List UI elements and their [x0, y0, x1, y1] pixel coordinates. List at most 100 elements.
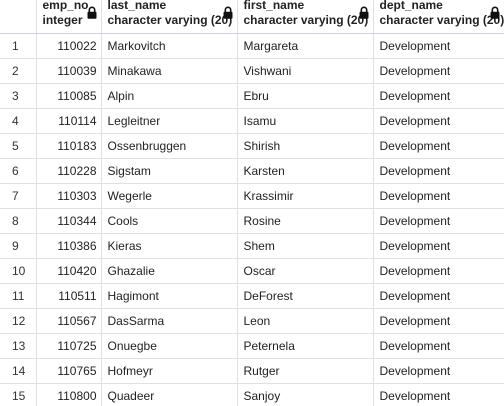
column-header-dept-name[interactable]: dept_name character varying (20)	[373, 0, 504, 34]
cell-first-name[interactable]: Rosine	[237, 208, 374, 234]
cell-last-name[interactable]: Alpin	[101, 83, 238, 109]
cell-first-name[interactable]: Krassimir	[237, 183, 374, 209]
column-header-emp-no[interactable]: emp_no integer	[36, 0, 102, 34]
cell-last-name[interactable]: Quadeer	[101, 383, 238, 406]
cell-emp-no[interactable]: 110800	[36, 383, 102, 406]
cell-last-name[interactable]: Ghazalie	[101, 258, 238, 284]
cell-last-name[interactable]: Onuegbe	[101, 333, 238, 359]
cell-dept-name[interactable]: Development	[373, 108, 504, 134]
column-type: character varying (20)	[107, 13, 233, 27]
cell-emp-no[interactable]: 110022	[36, 33, 102, 59]
cell-first-name[interactable]: Rutger	[237, 358, 374, 384]
cell-last-name[interactable]: Sigstam	[101, 158, 238, 184]
cell-emp-no[interactable]: 110039	[36, 58, 102, 84]
cell-dept-name[interactable]: Development	[373, 258, 504, 284]
cell-last-name[interactable]: Wegerle	[101, 183, 238, 209]
cell-emp-no[interactable]: 110420	[36, 258, 102, 284]
cell-last-name[interactable]: Minakawa	[101, 58, 238, 84]
cell-dept-name[interactable]: Development	[373, 83, 504, 109]
row-number[interactable]: 15	[0, 383, 37, 406]
table-row[interactable]: 15 110800 Quadeer Sanjoy Development	[0, 383, 504, 406]
cell-first-name[interactable]: Oscar	[237, 258, 374, 284]
cell-emp-no[interactable]: 110386	[36, 233, 102, 259]
table-row[interactable]: 6 110228 Sigstam Karsten Development	[0, 158, 504, 184]
row-number[interactable]: 3	[0, 83, 37, 109]
table-row[interactable]: 5 110183 Ossenbruggen Shirish Developmen…	[0, 133, 504, 159]
cell-first-name[interactable]: Karsten	[237, 158, 374, 184]
table-row[interactable]: 4 110114 Legleitner Isamu Development	[0, 108, 504, 134]
row-number[interactable]: 9	[0, 233, 37, 259]
cell-dept-name[interactable]: Development	[373, 183, 504, 209]
cell-last-name[interactable]: Cools	[101, 208, 238, 234]
cell-emp-no[interactable]: 110085	[36, 83, 102, 109]
table-row[interactable]: 9 110386 Kieras Shem Development	[0, 233, 504, 259]
cell-first-name[interactable]: Leon	[237, 308, 374, 334]
cell-first-name[interactable]: Isamu	[237, 108, 374, 134]
table-row[interactable]: 3 110085 Alpin Ebru Development	[0, 83, 504, 109]
cell-dept-name[interactable]: Development	[373, 283, 504, 309]
table-row[interactable]: 12 110567 DasSarma Leon Development	[0, 308, 504, 334]
row-number[interactable]: 8	[0, 208, 37, 234]
table-row[interactable]: 13 110725 Onuegbe Peternela Development	[0, 333, 504, 359]
row-number[interactable]: 12	[0, 308, 37, 334]
cell-dept-name[interactable]: Development	[373, 383, 504, 406]
cell-first-name[interactable]: Shem	[237, 233, 374, 259]
table-row[interactable]: 10 110420 Ghazalie Oscar Development	[0, 258, 504, 284]
cell-last-name[interactable]: Markovitch	[101, 33, 238, 59]
row-number[interactable]: 11	[0, 283, 37, 309]
cell-emp-no[interactable]: 110183	[36, 133, 102, 159]
row-number[interactable]: 4	[0, 108, 37, 134]
row-number[interactable]: 6	[0, 158, 37, 184]
row-number[interactable]: 7	[0, 183, 37, 209]
table-row[interactable]: 1 110022 Markovitch Margareta Developmen…	[0, 33, 504, 59]
cell-emp-no[interactable]: 110765	[36, 358, 102, 384]
cell-first-name[interactable]: Vishwani	[237, 58, 374, 84]
table-row[interactable]: 11 110511 Hagimont DeForest Development	[0, 283, 504, 309]
cell-dept-name[interactable]: Development	[373, 333, 504, 359]
cell-dept-name[interactable]: Development	[373, 233, 504, 259]
cell-last-name[interactable]: Ossenbruggen	[101, 133, 238, 159]
column-header-last-name[interactable]: last_name character varying (20)	[101, 0, 238, 34]
table-row[interactable]: 14 110765 Hofmeyr Rutger Development	[0, 358, 504, 384]
cell-first-name[interactable]: Shirish	[237, 133, 374, 159]
cell-emp-no[interactable]: 110114	[36, 108, 102, 134]
cell-last-name[interactable]: Legleitner	[101, 108, 238, 134]
cell-emp-no[interactable]: 110228	[36, 158, 102, 184]
cell-last-name[interactable]: Kieras	[101, 233, 238, 259]
column-header-first-name[interactable]: first_name character varying (20)	[237, 0, 374, 34]
cell-last-name[interactable]: Hagimont	[101, 283, 238, 309]
cell-first-name[interactable]: DeForest	[237, 283, 374, 309]
cell-dept-name[interactable]: Development	[373, 308, 504, 334]
cell-first-name[interactable]: Ebru	[237, 83, 374, 109]
row-number[interactable]: 2	[0, 58, 37, 84]
cell-emp-no[interactable]: 110567	[36, 308, 102, 334]
table-row[interactable]: 8 110344 Cools Rosine Development	[0, 208, 504, 234]
row-number[interactable]: 10	[0, 258, 37, 284]
cell-first-name[interactable]: Sanjoy	[237, 383, 374, 406]
column-name: dept_name	[379, 0, 443, 12]
row-number[interactable]: 1	[0, 33, 37, 59]
cell-dept-name[interactable]: Development	[373, 358, 504, 384]
cell-emp-no[interactable]: 110344	[36, 208, 102, 234]
cell-dept-name[interactable]: Development	[373, 208, 504, 234]
row-number[interactable]: 13	[0, 333, 37, 359]
cell-first-name[interactable]: Margareta	[237, 33, 374, 59]
cell-dept-name[interactable]: Development	[373, 158, 504, 184]
cell-last-name[interactable]: DasSarma	[101, 308, 238, 334]
cell-dept-name[interactable]: Development	[373, 58, 504, 84]
row-number[interactable]: 5	[0, 133, 37, 159]
cell-emp-no[interactable]: 110725	[36, 333, 102, 359]
lock-icon	[359, 6, 368, 19]
cell-dept-name[interactable]: Development	[373, 33, 504, 59]
cell-emp-no[interactable]: 110511	[36, 283, 102, 309]
table-row[interactable]: 2 110039 Minakawa Vishwani Development	[0, 58, 504, 84]
row-number[interactable]: 14	[0, 358, 37, 384]
query-results-grid: emp_no integer last_name character varyi…	[0, 0, 504, 406]
cell-first-name[interactable]: Peternela	[237, 333, 374, 359]
cell-emp-no[interactable]: 110303	[36, 183, 102, 209]
cell-last-name[interactable]: Hofmeyr	[101, 358, 238, 384]
column-type: character varying (20)	[379, 13, 504, 27]
select-all-corner[interactable]	[0, 0, 37, 34]
cell-dept-name[interactable]: Development	[373, 133, 504, 159]
table-row[interactable]: 7 110303 Wegerle Krassimir Development	[0, 183, 504, 209]
